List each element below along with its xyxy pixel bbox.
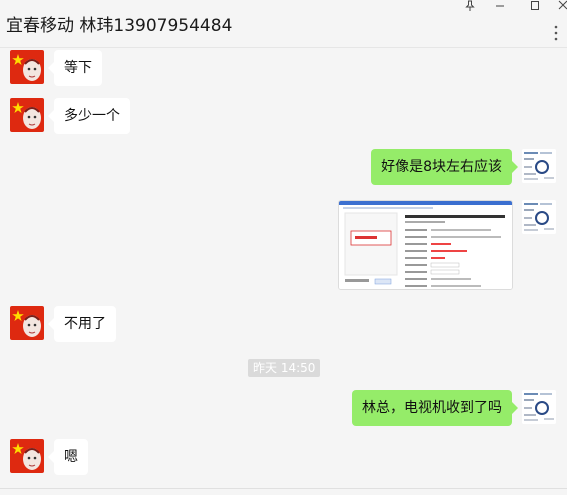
message-bubble-incoming[interactable]: 等下 <box>48 50 102 86</box>
user-avatar[interactable] <box>522 390 556 424</box>
contact-avatar[interactable] <box>10 50 44 84</box>
user-avatar[interactable] <box>522 200 556 234</box>
close-icon[interactable] <box>549 0 567 14</box>
chat-title: 宜春移动 林玮13907954484 <box>6 16 233 36</box>
message-bubble-incoming[interactable]: 嗯 <box>48 439 88 475</box>
title-bar: 宜春移动 林玮13907954484 <box>0 0 567 48</box>
contact-avatar[interactable] <box>10 306 44 340</box>
message-bubble-outgoing[interactable]: 好像是8块左右应该 <box>371 149 518 185</box>
contact-avatar[interactable] <box>10 439 44 473</box>
timestamp-divider: 昨天 14:50 <box>248 359 321 377</box>
maximize-icon[interactable] <box>521 0 549 14</box>
image-message[interactable] <box>338 200 513 290</box>
message-bubble-incoming[interactable]: 不用了 <box>48 306 116 342</box>
minimize-icon[interactable] <box>486 0 514 14</box>
message-bubble-incoming[interactable]: 多少一个 <box>48 98 130 134</box>
message-bubble-outgoing[interactable]: 林总，电视机收到了吗 <box>352 390 518 426</box>
more-icon[interactable] <box>549 24 563 41</box>
pin-icon[interactable] <box>456 0 484 14</box>
user-avatar[interactable] <box>522 149 556 183</box>
chat-area[interactable]: 等下 多少一个 好像是8块左右应该 不用了 昨天 14:50 林总，电视机收到了… <box>0 48 567 488</box>
contact-avatar[interactable] <box>10 98 44 132</box>
divider <box>0 488 567 489</box>
